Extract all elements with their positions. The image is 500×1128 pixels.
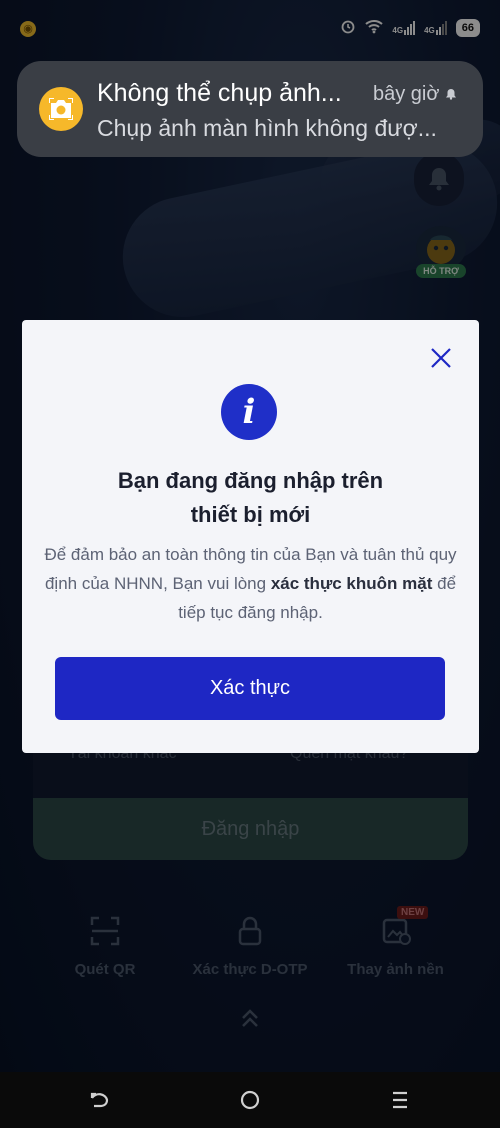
camera-icon <box>39 87 83 131</box>
system-notification[interactable]: Không thể chụp ảnh... bây giờ Chụp ảnh m… <box>17 61 483 157</box>
close-button[interactable] <box>429 346 453 370</box>
home-button[interactable] <box>238 1088 262 1112</box>
bell-small-icon <box>446 89 456 100</box>
info-icon: i <box>221 384 277 440</box>
back-button[interactable] <box>88 1088 112 1112</box>
close-icon <box>431 348 451 368</box>
app-background: ◉ 4G 4G 66 HỖ TRỢ Tài khoản khác Quên mậ… <box>0 0 500 1072</box>
dialog-message: Để đảm bảo an toàn thông tin của Bạn và … <box>44 545 457 622</box>
new-device-dialog: i Bạn đang đăng nhập trên thiết bị mới Đ… <box>22 320 479 753</box>
dialog-title: Bạn đang đăng nhập trên thiết bị mới <box>117 468 384 527</box>
system-navigation-bar <box>0 1072 500 1128</box>
dialog-message-emphasis: xác thực khuôn mặt <box>270 574 433 593</box>
menu-icon <box>393 1091 407 1109</box>
back-icon <box>90 1092 109 1108</box>
verify-button[interactable]: Xác thực <box>55 657 445 720</box>
notification-title: Không thể chụp ảnh... <box>97 79 342 107</box>
recents-button[interactable] <box>388 1088 412 1112</box>
notification-body: Chụp ảnh màn hình không đượ... <box>97 115 437 141</box>
home-icon <box>240 1090 260 1110</box>
notification-time: bây giờ <box>373 83 457 106</box>
